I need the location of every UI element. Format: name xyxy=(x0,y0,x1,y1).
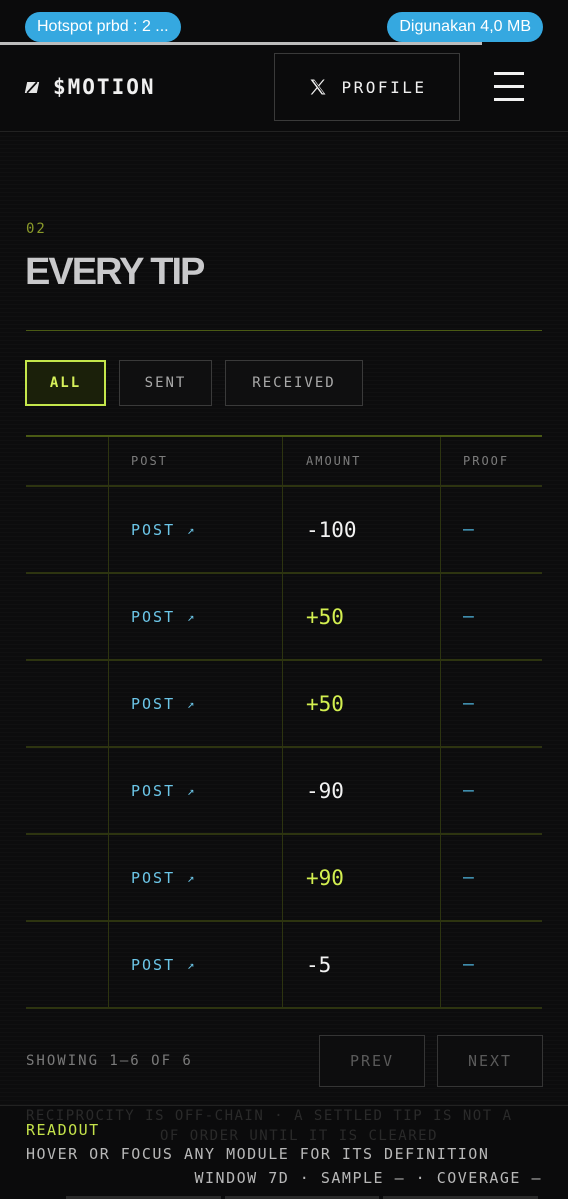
proof-value: — xyxy=(463,693,474,714)
page-load-progress xyxy=(0,42,482,45)
prev-page-button[interactable]: PREV xyxy=(319,1035,425,1087)
x-profile-button[interactable]: PROFILE xyxy=(274,53,460,121)
menu-line xyxy=(494,72,524,75)
data-usage-pill[interactable]: Digunakan 4,0 MB xyxy=(387,12,543,42)
pagination-status: SHOWING 1–6 OF 6 xyxy=(26,1053,193,1069)
column-header-blank xyxy=(26,437,108,485)
post-link[interactable]: POST ↗ xyxy=(131,574,196,659)
proof-value: — xyxy=(463,519,474,540)
status-bar: Hotspot prbd : 2 ... Digunakan 4,0 MB xyxy=(0,0,568,46)
x-logo-icon xyxy=(310,79,326,95)
readout-panel: RECIPROCITY IS OFF-CHAIN · A SETTLED TIP… xyxy=(0,1105,568,1199)
logo-mark-icon xyxy=(24,81,40,93)
table-row: POST ↗ -90 — xyxy=(26,748,542,835)
external-arrow-icon: ↗ xyxy=(187,522,197,537)
proof-value: — xyxy=(463,867,474,888)
filter-sent-button[interactable]: SENT xyxy=(119,360,212,406)
external-arrow-icon: ↗ xyxy=(187,783,197,798)
post-link[interactable]: POST ↗ xyxy=(131,835,196,920)
title-divider xyxy=(26,330,542,331)
post-link[interactable]: POST ↗ xyxy=(131,661,196,746)
logo-link[interactable]: $MOTION xyxy=(24,75,156,99)
proof-value: — xyxy=(463,954,474,975)
post-link[interactable]: POST ↗ xyxy=(131,487,196,572)
filter-all-button[interactable]: ALL xyxy=(25,360,106,406)
section-number: 02 xyxy=(26,221,47,237)
menu-line xyxy=(494,85,524,88)
next-page-button[interactable]: NEXT xyxy=(437,1035,543,1087)
table-header-row: POST AMOUNT PROOF xyxy=(26,437,542,487)
tip-amount: -5 xyxy=(306,952,332,977)
table-row: POST ↗ +50 — xyxy=(26,574,542,661)
table-row: POST ↗ +50 — xyxy=(26,661,542,748)
column-header-proof: PROOF xyxy=(463,454,510,468)
background-text: OF ORDER UNTIL IT IS CLEARED xyxy=(160,1128,439,1144)
tip-amount: -100 xyxy=(306,517,357,542)
table-row: POST ↗ -5 — xyxy=(26,922,542,1009)
table-row: POST ↗ +90 — xyxy=(26,835,542,922)
tip-amount: +50 xyxy=(306,604,344,629)
proof-value: — xyxy=(463,606,474,627)
main-content: 02 EVERY TIP ALL SENT RECEIVED POST AMOU… xyxy=(0,133,568,1105)
section-title: EVERY TIP xyxy=(25,251,205,293)
external-arrow-icon: ↗ xyxy=(187,609,197,624)
hotspot-pill[interactable]: Hotspot prbd : 2 ... xyxy=(25,12,181,42)
logo-text: $MOTION xyxy=(53,75,156,99)
profile-button-label: PROFILE xyxy=(341,77,427,97)
post-link[interactable]: POST ↗ xyxy=(131,922,196,1007)
readout-hint: HOVER OR FOCUS ANY MODULE FOR ITS DEFINI… xyxy=(26,1145,490,1163)
tip-amount: +90 xyxy=(306,865,344,890)
menu-line xyxy=(494,98,524,101)
tip-amount: +50 xyxy=(306,691,344,716)
external-arrow-icon: ↗ xyxy=(187,870,197,885)
filter-received-button[interactable]: RECEIVED xyxy=(225,360,363,406)
site-header: $MOTION PROFILE xyxy=(0,46,568,132)
post-link[interactable]: POST ↗ xyxy=(131,748,196,833)
hamburger-menu-button[interactable] xyxy=(494,72,526,102)
tips-table: POST AMOUNT PROOF POST ↗ -100 — POST ↗ +50… xyxy=(26,435,542,1009)
readout-label: READOUT xyxy=(26,1121,100,1139)
background-text: RECIPROCITY IS OFF-CHAIN · A SETTLED TIP… xyxy=(26,1108,513,1124)
proof-value: — xyxy=(463,780,474,801)
table-row: POST ↗ -100 — xyxy=(26,487,542,574)
column-header-post: POST xyxy=(131,454,168,468)
column-header-amount: AMOUNT xyxy=(306,454,362,468)
readout-meta: WINDOW 7D · SAMPLE — · COVERAGE — xyxy=(194,1169,542,1187)
tip-amount: -90 xyxy=(306,778,344,803)
external-arrow-icon: ↗ xyxy=(187,957,197,972)
external-arrow-icon: ↗ xyxy=(187,696,197,711)
